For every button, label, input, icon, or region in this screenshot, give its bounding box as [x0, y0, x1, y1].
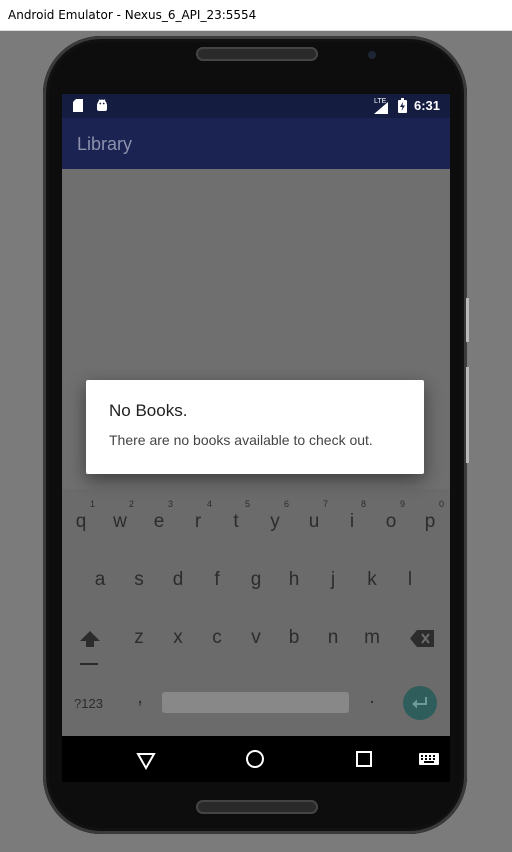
key-r[interactable]: r — [182, 511, 214, 533]
key-hint-9: 9 — [400, 499, 406, 509]
key-a[interactable]: a — [84, 569, 116, 591]
key-period[interactable]: . — [356, 687, 388, 709]
key-d[interactable]: d — [162, 569, 194, 591]
dialog-title: No Books. — [109, 401, 188, 420]
back-icon[interactable] — [133, 746, 159, 772]
key-hint-7: 7 — [323, 499, 329, 509]
key-v[interactable]: v — [240, 627, 272, 649]
sd-card-icon — [73, 99, 83, 112]
keyboard-icon[interactable] — [416, 746, 442, 772]
key-q[interactable]: q — [65, 511, 97, 533]
shift-icon[interactable] — [79, 629, 101, 651]
symbols-key[interactable]: ?123 — [74, 696, 103, 711]
enter-icon — [412, 697, 427, 709]
alert-dialog: No Books. There are no books available t… — [86, 380, 424, 474]
key-o[interactable]: o — [375, 511, 407, 533]
key-p[interactable]: p — [414, 511, 446, 533]
key-z[interactable]: z — [123, 627, 155, 649]
key-hint-3: 3 — [168, 499, 174, 509]
dialog-message: There are no books available to check ou… — [109, 432, 373, 448]
key-g[interactable]: g — [240, 569, 272, 591]
key-c[interactable]: c — [201, 627, 233, 649]
home-icon[interactable] — [242, 746, 268, 772]
key-hint-1: 1 — [90, 499, 96, 509]
enter-key[interactable] — [403, 686, 437, 720]
shift-underline — [80, 663, 98, 665]
battery-charging-icon — [398, 98, 407, 113]
android-icon — [97, 99, 107, 111]
key-n[interactable]: n — [317, 627, 349, 649]
key-i[interactable]: i — [336, 511, 368, 533]
recents-icon[interactable] — [351, 746, 377, 772]
status-bar: LTE 6:31 — [62, 94, 450, 118]
top-speaker — [196, 47, 318, 61]
app-title: Library — [77, 134, 133, 154]
key-s[interactable]: s — [123, 569, 155, 591]
key-comma[interactable]: , — [124, 687, 156, 709]
key-hint-2: 2 — [129, 499, 135, 509]
key-u[interactable]: u — [298, 511, 330, 533]
bottom-speaker — [196, 800, 318, 814]
key-t[interactable]: t — [220, 511, 252, 533]
power-button[interactable] — [466, 298, 469, 342]
key-m[interactable]: m — [356, 627, 388, 649]
key-x[interactable]: x — [162, 627, 194, 649]
key-w[interactable]: w — [104, 511, 136, 533]
signal-icon — [374, 102, 388, 114]
window-title: Android Emulator - Nexus_6_API_23:5554 — [8, 8, 257, 22]
key-y[interactable]: y — [259, 511, 291, 533]
navigation-bar — [62, 736, 450, 782]
space-key[interactable] — [162, 692, 349, 713]
soft-keyboard: 1 2 3 4 5 6 7 8 9 0 q w e r t y u i o p … — [62, 489, 450, 736]
key-hint-6: 6 — [284, 499, 290, 509]
backspace-icon[interactable] — [410, 630, 434, 647]
key-hint-4: 4 — [207, 499, 213, 509]
key-h[interactable]: h — [278, 569, 310, 591]
front-camera — [368, 51, 376, 59]
volume-button[interactable] — [466, 367, 469, 463]
status-time: 6:31 — [413, 98, 440, 113]
key-hint-0: 0 — [439, 499, 445, 509]
key-hint-5: 5 — [245, 499, 251, 509]
key-j[interactable]: j — [317, 569, 349, 591]
key-k[interactable]: k — [356, 569, 388, 591]
app-bar: Library — [62, 118, 450, 169]
key-hint-8: 8 — [361, 499, 367, 509]
key-l[interactable]: l — [394, 569, 426, 591]
key-b[interactable]: b — [278, 627, 310, 649]
key-f[interactable]: f — [201, 569, 233, 591]
window-titlebar: Android Emulator - Nexus_6_API_23:5554 — [0, 0, 512, 31]
key-e[interactable]: e — [143, 511, 175, 533]
